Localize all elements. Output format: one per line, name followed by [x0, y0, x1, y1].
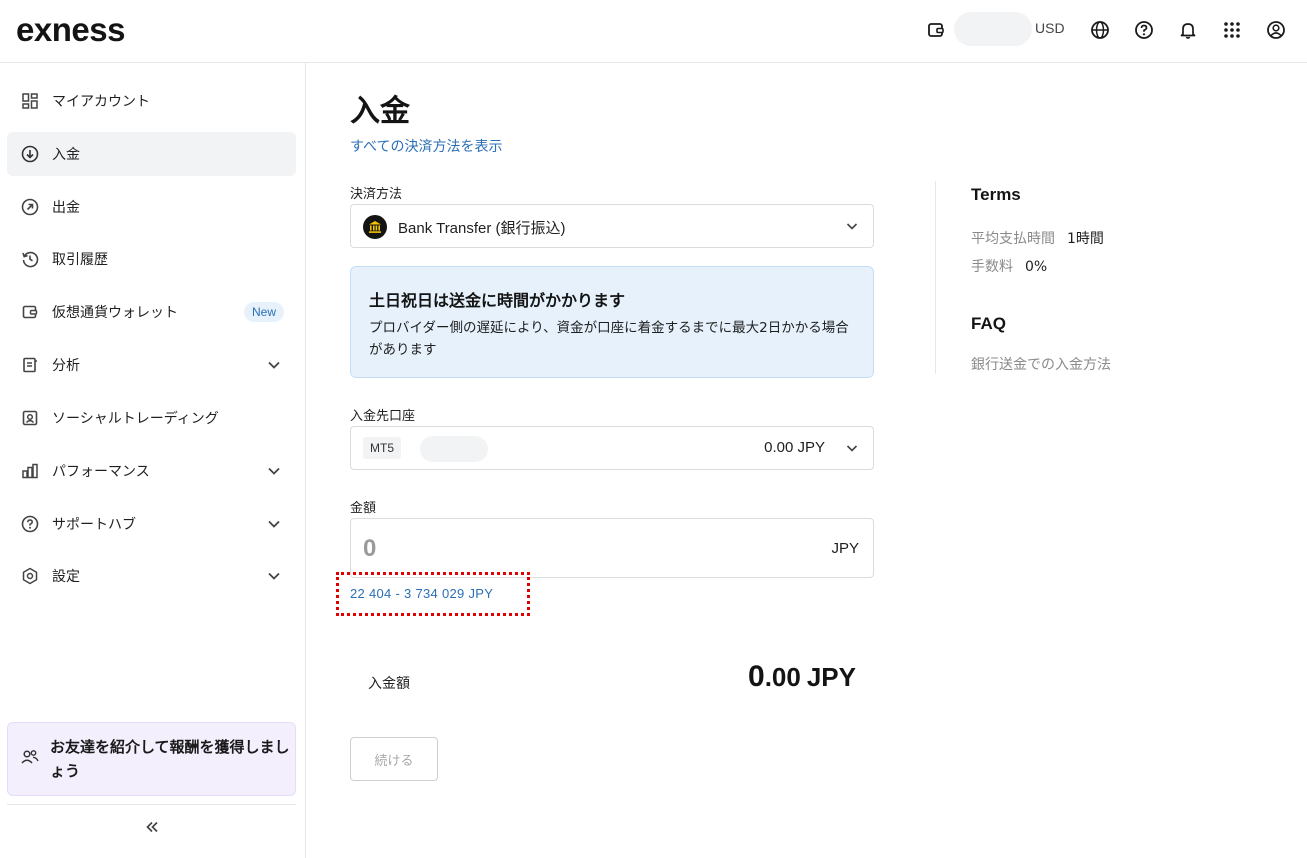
- notice-title: 土日祝日は送金に時間がかかります: [369, 291, 626, 310]
- wallet-icon: [20, 302, 40, 322]
- amount-currency: JPY: [831, 540, 859, 557]
- analytics-icon: [20, 355, 40, 375]
- account-type-badge: MT5: [363, 437, 401, 459]
- account-balance: 0.00 JPY: [764, 439, 825, 456]
- social-trading-icon: [20, 408, 40, 428]
- globe-icon[interactable]: [1088, 18, 1112, 42]
- help-icon: [20, 514, 40, 534]
- chevron-down-icon: [268, 361, 280, 369]
- sidebar-item-settings[interactable]: 設定: [7, 554, 296, 598]
- bell-icon[interactable]: [1176, 18, 1200, 42]
- amount-range-hint: 22 404 - 3 734 029 JPY: [350, 586, 494, 601]
- terms-value: 1時間: [1067, 231, 1104, 247]
- top-header: exness USD: [0, 0, 1307, 63]
- total-amount: 0.00 JPY: [748, 660, 856, 694]
- terms-title: Terms: [971, 185, 1021, 204]
- sidebar-item-label: ソーシャルトレーディング: [52, 411, 219, 427]
- chevron-down-icon: [268, 572, 280, 580]
- sidebar-item-social-trading[interactable]: ソーシャルトレーディング: [7, 396, 296, 440]
- terms-label: 手数料: [971, 259, 1013, 275]
- payment-method-value: Bank Transfer (銀行振込): [398, 220, 566, 237]
- total-int: 0: [748, 660, 765, 693]
- all-payment-methods-link[interactable]: すべての決済方法を表示: [350, 136, 502, 156]
- amount-field[interactable]: JPY: [350, 518, 874, 578]
- users-icon: [20, 747, 40, 771]
- faq-link[interactable]: 銀行送金での入金方法: [971, 354, 1111, 374]
- profile-icon[interactable]: [1264, 18, 1288, 42]
- chevron-down-icon: [268, 467, 280, 475]
- sidebar: マイアカウント 入金 出金 取引履歴 仮想通貨ウォレット New 分析 ソーシャ…: [0, 63, 306, 858]
- sidebar-item-withdraw[interactable]: 出金: [7, 185, 296, 229]
- new-badge: New: [243, 302, 284, 322]
- sidebar-item-label: パフォーマンス: [52, 464, 150, 480]
- sidebar-item-crypto-wallet[interactable]: 仮想通貨ウォレット New: [7, 290, 296, 334]
- payment-method-select[interactable]: Bank Transfer (銀行振込): [350, 204, 874, 248]
- collapse-sidebar-button[interactable]: [140, 815, 164, 839]
- faq-title: FAQ: [971, 314, 1006, 333]
- sidebar-item-analytics[interactable]: 分析: [7, 343, 296, 387]
- terms-label: 平均支払時間: [971, 231, 1055, 247]
- sidebar-item-label: サポートハブ: [52, 517, 136, 533]
- continue-button[interactable]: 続ける: [350, 737, 438, 781]
- amount-input[interactable]: [363, 533, 763, 565]
- bar-chart-icon: [20, 461, 40, 481]
- payment-method-label: 決済方法: [350, 187, 403, 202]
- sidebar-item-my-account[interactable]: マイアカウント: [7, 79, 296, 123]
- bank-icon: [363, 215, 387, 239]
- sidebar-item-performance[interactable]: パフォーマンス: [7, 449, 296, 493]
- total-decimal: .00: [764, 662, 801, 692]
- double-chevron-left-icon: [146, 821, 158, 833]
- sidebar-item-label: 設定: [52, 569, 80, 585]
- sidebar-item-label: 取引履歴: [52, 252, 108, 268]
- exness-logo[interactable]: exness: [16, 12, 125, 48]
- dashboard-icon: [20, 91, 40, 111]
- deposit-icon: [20, 144, 40, 164]
- terms-row-processing-time: 平均支払時間 1時間: [971, 228, 1104, 248]
- chevron-down-icon: [846, 223, 858, 230]
- terms-row-fee: 手数料 0%: [971, 256, 1047, 276]
- header-currency[interactable]: USD: [1035, 20, 1065, 36]
- sidebar-item-label: マイアカウント: [52, 94, 150, 110]
- page-title: 入金: [350, 94, 410, 129]
- amount-label: 金額: [350, 501, 377, 516]
- divider: [935, 181, 936, 374]
- chevron-down-icon: [846, 445, 858, 452]
- total-currency: JPY: [806, 662, 856, 692]
- account-label: 入金先口座: [350, 409, 416, 424]
- terms-value: 0%: [1025, 259, 1048, 275]
- apps-grid-icon[interactable]: [1220, 18, 1244, 42]
- sidebar-item-label: 分析: [52, 358, 80, 374]
- sidebar-item-support-hub[interactable]: サポートハブ: [7, 502, 296, 546]
- help-icon[interactable]: [1132, 18, 1156, 42]
- sidebar-item-label: 出金: [52, 200, 80, 216]
- divider: [7, 804, 296, 805]
- history-icon: [20, 249, 40, 269]
- sidebar-item-label: 仮想通貨ウォレット: [52, 305, 178, 321]
- wallet-icon[interactable]: [924, 18, 948, 42]
- withdraw-icon: [20, 197, 40, 217]
- account-number-redacted: [420, 436, 488, 462]
- referral-banner[interactable]: お友達を紹介して報酬を獲得しましょう: [7, 722, 296, 796]
- weekend-delay-notice: 土日祝日は送金に時間がかかります プロバイダー側の遅延により、資金が口座に着金す…: [350, 266, 874, 378]
- account-select[interactable]: MT5 0.00 JPY: [350, 426, 874, 470]
- sidebar-item-label: 入金: [52, 147, 80, 163]
- balance-pill[interactable]: [954, 12, 1032, 46]
- sidebar-item-deposit[interactable]: 入金: [7, 132, 296, 176]
- referral-text: お友達を紹介して報酬を獲得しましょう: [50, 738, 290, 780]
- total-label: 入金額: [368, 676, 410, 692]
- chevron-down-icon: [268, 520, 280, 528]
- settings-icon: [20, 566, 40, 586]
- sidebar-item-history[interactable]: 取引履歴: [7, 237, 296, 281]
- notice-body: プロバイダー側の遅延により、資金が口座に着金するまでに最大2日かかる場合がありま…: [369, 320, 849, 358]
